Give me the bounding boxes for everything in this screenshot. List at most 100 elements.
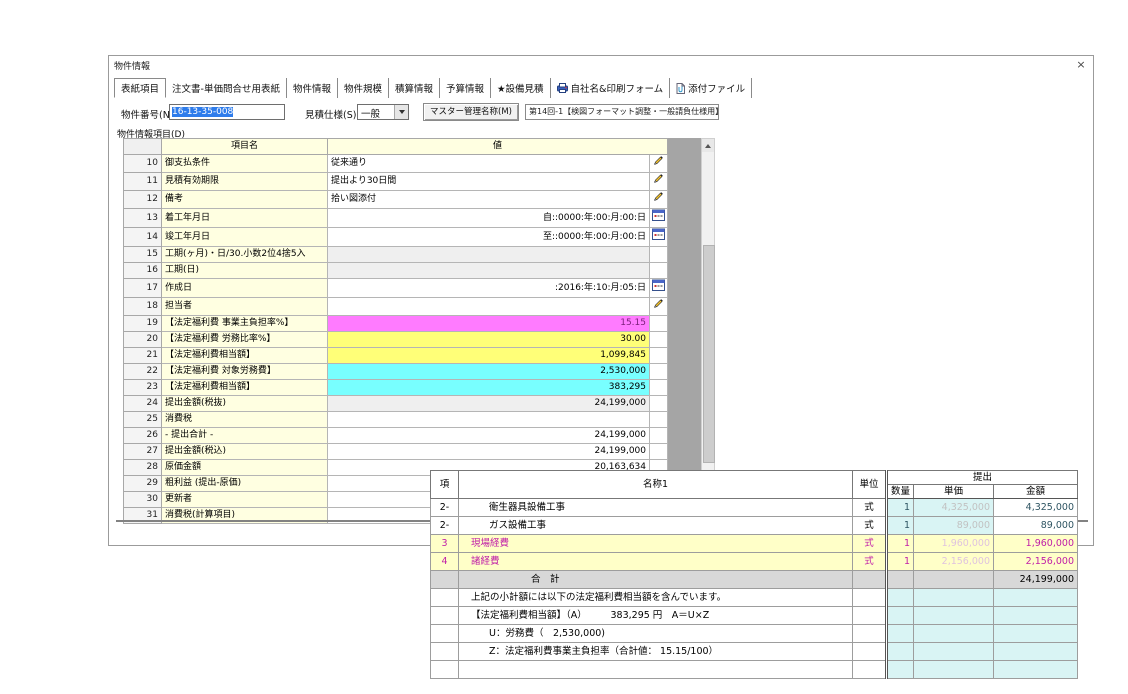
detail-amount[interactable]	[994, 607, 1078, 625]
row-number[interactable]: 24	[124, 396, 162, 412]
detail-unit[interactable]	[853, 661, 887, 679]
item-name-cell[interactable]: 工期(ヶ月)・日/30.小数2位4捨5入	[162, 247, 328, 263]
item-value-cell[interactable]: 383,295	[328, 380, 650, 396]
detail-qty[interactable]: 1	[887, 553, 914, 571]
item-value-cell[interactable]: 自::0000:年:00:月:00:日	[328, 209, 650, 228]
item-name-cell[interactable]: 消費税	[162, 412, 328, 428]
row-number[interactable]: 14	[124, 228, 162, 247]
scrollbar-thumb[interactable]	[703, 245, 715, 463]
row-number[interactable]: 13	[124, 209, 162, 228]
row-number[interactable]: 19	[124, 316, 162, 332]
row-number[interactable]: 11	[124, 173, 162, 191]
row-number[interactable]: 10	[124, 155, 162, 173]
detail-unit-price[interactable]	[914, 625, 994, 643]
detail-amount[interactable]: 1,960,000	[994, 535, 1078, 553]
detail-amount[interactable]: 2,156,000	[994, 553, 1078, 571]
detail-item-name[interactable]: 諸経費	[459, 553, 853, 571]
detail-item-name[interactable]	[459, 661, 853, 679]
detail-qty[interactable]	[887, 661, 914, 679]
item-value-cell[interactable]: 1,099,845	[328, 348, 650, 364]
row-number[interactable]: 28	[124, 460, 162, 476]
row-number[interactable]: 25	[124, 412, 162, 428]
item-value-cell[interactable]: 従来通り	[328, 155, 650, 173]
row-number[interactable]: 20	[124, 332, 162, 348]
item-name-cell[interactable]: 御支払条件	[162, 155, 328, 173]
detail-unit[interactable]: 式	[853, 517, 887, 535]
detail-item-name[interactable]: 合 計	[459, 571, 853, 589]
vertical-scrollbar[interactable]	[701, 138, 715, 506]
item-value-cell[interactable]	[328, 247, 650, 263]
item-value-cell[interactable]: 24,199,000	[328, 396, 650, 412]
item-name-cell[interactable]: 更新者	[162, 492, 328, 508]
detail-unit[interactable]: 式	[853, 535, 887, 553]
detail-unit[interactable]: 式	[853, 553, 887, 571]
detail-unit[interactable]	[853, 643, 887, 661]
detail-unit-price[interactable]: 4,325,000	[914, 499, 994, 517]
row-number[interactable]: 17	[124, 279, 162, 298]
detail-item-no[interactable]	[431, 643, 459, 661]
item-name-cell[interactable]: 原価金額	[162, 460, 328, 476]
item-name-cell[interactable]: 竣工年月日	[162, 228, 328, 247]
detail-qty[interactable]	[887, 643, 914, 661]
row-number[interactable]: 16	[124, 263, 162, 279]
detail-unit-price[interactable]: 89,000	[914, 517, 994, 535]
tab-7[interactable]: ★設備見積	[491, 78, 551, 98]
estimate-spec-select[interactable]: 一般	[357, 104, 409, 120]
detail-item-no[interactable]: 2-	[431, 517, 459, 535]
detail-item-no[interactable]: 3	[431, 535, 459, 553]
detail-item-name[interactable]: U：労務費（ 2,530,000)	[459, 625, 853, 643]
detail-unit[interactable]	[853, 625, 887, 643]
row-number[interactable]: 26	[124, 428, 162, 444]
item-value-cell[interactable]: 提出より30日間	[328, 173, 650, 191]
item-name-cell[interactable]: 【法定福利費 労務比率%】	[162, 332, 328, 348]
item-name-cell[interactable]: 工期(日)	[162, 263, 328, 279]
row-number[interactable]: 22	[124, 364, 162, 380]
item-value-cell[interactable]: 24,199,000	[328, 428, 650, 444]
detail-item-no[interactable]: 2-	[431, 499, 459, 517]
detail-item-name[interactable]: ガス設備工事	[459, 517, 853, 535]
detail-unit-price[interactable]	[914, 661, 994, 679]
tab-8[interactable]: 自社名&印刷フォーム	[551, 78, 671, 98]
master-name-button[interactable]: マスター管理名称(M)	[423, 103, 519, 121]
item-name-cell[interactable]: 見積有効期限	[162, 173, 328, 191]
row-number[interactable]: 15	[124, 247, 162, 263]
item-name-cell[interactable]: 【法定福利費 対象労務費】	[162, 364, 328, 380]
item-name-cell[interactable]: 備考	[162, 191, 328, 209]
detail-item-name[interactable]: 現場経費	[459, 535, 853, 553]
pencil-icon[interactable]	[650, 191, 668, 209]
tab-6[interactable]: 予算情報	[440, 78, 491, 98]
detail-unit[interactable]	[853, 589, 887, 607]
row-number[interactable]: 23	[124, 380, 162, 396]
calendar-icon[interactable]	[650, 209, 668, 228]
item-value-cell[interactable]: 拾い図添付	[328, 191, 650, 209]
detail-qty[interactable]: 1	[887, 499, 914, 517]
item-name-cell[interactable]: 担当者	[162, 298, 328, 316]
row-number[interactable]: 29	[124, 476, 162, 492]
row-number[interactable]: 18	[124, 298, 162, 316]
format-note-field[interactable]: 第14回-1【検図フォーマット調整・一般請負仕様用】	[525, 104, 719, 120]
detail-unit-price[interactable]	[914, 589, 994, 607]
detail-item-no[interactable]	[431, 625, 459, 643]
item-value-cell[interactable]	[328, 412, 650, 428]
pencil-icon[interactable]	[650, 173, 668, 191]
tab-1[interactable]: 表紙項目	[114, 78, 166, 98]
detail-amount[interactable]	[994, 661, 1078, 679]
item-name-cell[interactable]: 提出金額(税込)	[162, 444, 328, 460]
item-name-cell[interactable]: - 提出合計 -	[162, 428, 328, 444]
tab-5[interactable]: 積算情報	[389, 78, 440, 98]
detail-unit-price[interactable]	[914, 607, 994, 625]
item-name-cell[interactable]: 提出金額(税抜)	[162, 396, 328, 412]
detail-qty[interactable]	[887, 625, 914, 643]
detail-qty[interactable]	[887, 589, 914, 607]
row-number[interactable]: 30	[124, 492, 162, 508]
item-name-cell[interactable]: 【法定福利費 事業主負担率%】	[162, 316, 328, 332]
pencil-icon[interactable]	[650, 155, 668, 173]
row-number[interactable]: 27	[124, 444, 162, 460]
detail-item-no[interactable]: 4	[431, 553, 459, 571]
pencil-icon[interactable]	[650, 298, 668, 316]
item-name-cell[interactable]: 粗利益 (提出-原価)	[162, 476, 328, 492]
detail-unit-price[interactable]: 1,960,000	[914, 535, 994, 553]
item-value-cell[interactable]: :2016:年:10:月:05:日	[328, 279, 650, 298]
item-value-cell[interactable]: 24,199,000	[328, 444, 650, 460]
detail-amount[interactable]	[994, 589, 1078, 607]
